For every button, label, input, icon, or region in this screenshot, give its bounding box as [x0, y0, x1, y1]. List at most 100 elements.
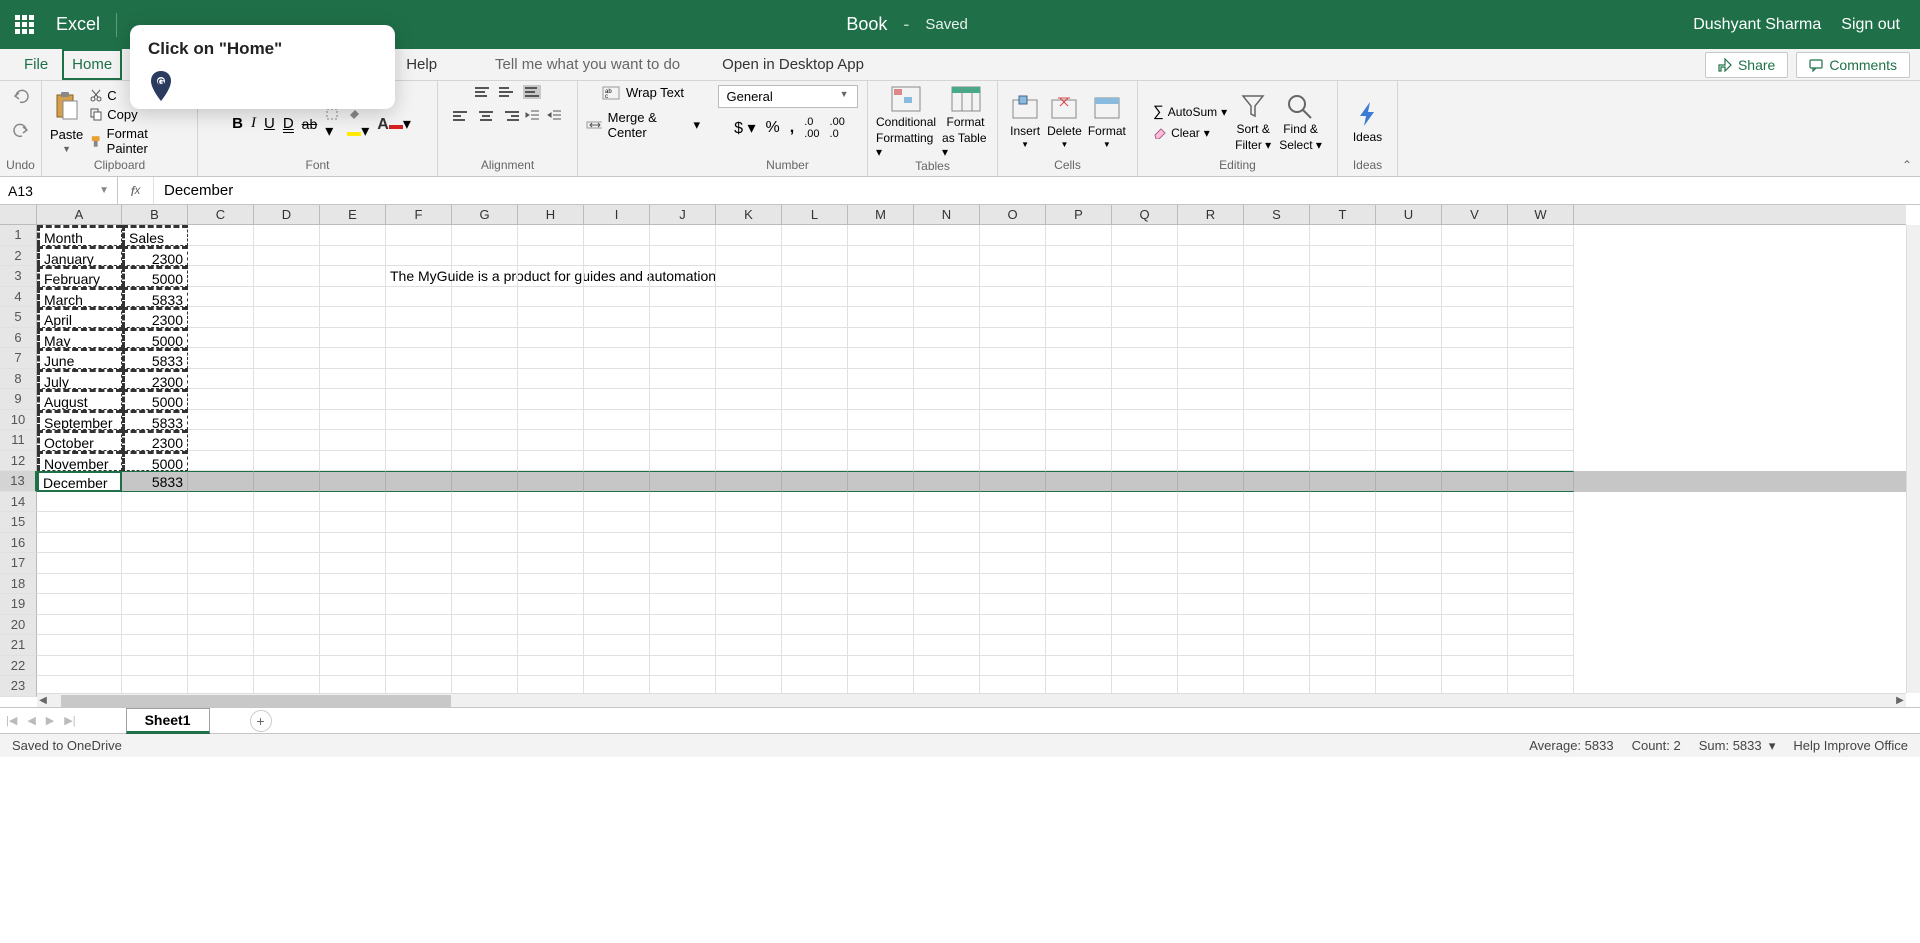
row-header-2[interactable]: 2: [0, 246, 37, 267]
cell-J9[interactable]: [650, 389, 716, 410]
cell-M6[interactable]: [848, 328, 914, 349]
cell-F14[interactable]: [386, 492, 452, 513]
column-header-W[interactable]: W: [1508, 205, 1574, 224]
cell-M5[interactable]: [848, 307, 914, 328]
cell-C7[interactable]: [188, 348, 254, 369]
cell-G7[interactable]: [452, 348, 518, 369]
cell-P12[interactable]: [1046, 451, 1112, 472]
cell-N5[interactable]: [914, 307, 980, 328]
cell-V17[interactable]: [1442, 553, 1508, 574]
cell-D21[interactable]: [254, 635, 320, 656]
cell-M11[interactable]: [848, 430, 914, 451]
cell-T10[interactable]: [1310, 410, 1376, 431]
cell-I6[interactable]: [584, 328, 650, 349]
cell-V6[interactable]: [1442, 328, 1508, 349]
cell-L17[interactable]: [782, 553, 848, 574]
cell-Q6[interactable]: [1112, 328, 1178, 349]
sign-out-link[interactable]: Sign out: [1841, 16, 1900, 34]
cell-B13[interactable]: 5833: [122, 471, 188, 492]
cell-J2[interactable]: [650, 246, 716, 267]
cell-U2[interactable]: [1376, 246, 1442, 267]
row-header-3[interactable]: 3: [0, 266, 37, 287]
cell-A20[interactable]: [37, 615, 122, 636]
cell-J17[interactable]: [650, 553, 716, 574]
column-header-P[interactable]: P: [1046, 205, 1112, 224]
cell-Q9[interactable]: [1112, 389, 1178, 410]
cell-W10[interactable]: [1508, 410, 1574, 431]
cell-S18[interactable]: [1244, 574, 1310, 595]
cell-D10[interactable]: [254, 410, 320, 431]
comma-button[interactable]: ,: [790, 119, 794, 137]
cell-L15[interactable]: [782, 512, 848, 533]
cell-N19[interactable]: [914, 594, 980, 615]
cell-B7[interactable]: 5833: [122, 348, 188, 369]
cell-Q18[interactable]: [1112, 574, 1178, 595]
align-bottom-button[interactable]: [523, 85, 541, 99]
cell-V22[interactable]: [1442, 656, 1508, 677]
cell-B22[interactable]: [122, 656, 188, 677]
cell-O12[interactable]: [980, 451, 1046, 472]
cell-E15[interactable]: [320, 512, 386, 533]
increase-indent-button[interactable]: [547, 109, 563, 123]
cell-S12[interactable]: [1244, 451, 1310, 472]
sheet-nav-next[interactable]: ▶: [46, 714, 54, 727]
cell-F22[interactable]: [386, 656, 452, 677]
cell-M20[interactable]: [848, 615, 914, 636]
cell-K10[interactable]: [716, 410, 782, 431]
cell-R10[interactable]: [1178, 410, 1244, 431]
cell-R17[interactable]: [1178, 553, 1244, 574]
cell-B14[interactable]: [122, 492, 188, 513]
cell-L5[interactable]: [782, 307, 848, 328]
cell-O9[interactable]: [980, 389, 1046, 410]
autosum-button[interactable]: ∑AutoSum ▾: [1153, 103, 1227, 120]
cell-L10[interactable]: [782, 410, 848, 431]
cell-O13[interactable]: [980, 471, 1046, 492]
cell-O6[interactable]: [980, 328, 1046, 349]
column-header-Q[interactable]: Q: [1112, 205, 1178, 224]
cell-C1[interactable]: [188, 225, 254, 246]
find-select-button[interactable]: Find &Select ▾: [1279, 92, 1322, 152]
cell-K21[interactable]: [716, 635, 782, 656]
cell-V20[interactable]: [1442, 615, 1508, 636]
row-header-19[interactable]: 19: [0, 594, 37, 615]
cell-S8[interactable]: [1244, 369, 1310, 390]
cell-F4[interactable]: [386, 287, 452, 308]
cell-J20[interactable]: [650, 615, 716, 636]
cell-K4[interactable]: [716, 287, 782, 308]
cell-T17[interactable]: [1310, 553, 1376, 574]
cell-E18[interactable]: [320, 574, 386, 595]
cell-F5[interactable]: [386, 307, 452, 328]
cell-A2[interactable]: January: [37, 246, 122, 267]
cell-K16[interactable]: [716, 533, 782, 554]
cell-G20[interactable]: [452, 615, 518, 636]
cell-A6[interactable]: May: [37, 328, 122, 349]
cell-C17[interactable]: [188, 553, 254, 574]
cell-T2[interactable]: [1310, 246, 1376, 267]
row-header-21[interactable]: 21: [0, 635, 37, 656]
cell-O20[interactable]: [980, 615, 1046, 636]
cell-A3[interactable]: February: [37, 266, 122, 287]
cell-A15[interactable]: [37, 512, 122, 533]
cell-G8[interactable]: [452, 369, 518, 390]
cell-F9[interactable]: [386, 389, 452, 410]
cell-P14[interactable]: [1046, 492, 1112, 513]
cell-C15[interactable]: [188, 512, 254, 533]
cell-B5[interactable]: 2300: [122, 307, 188, 328]
cell-R12[interactable]: [1178, 451, 1244, 472]
cell-O4[interactable]: [980, 287, 1046, 308]
cell-V3[interactable]: [1442, 266, 1508, 287]
cell-P2[interactable]: [1046, 246, 1112, 267]
cell-T8[interactable]: [1310, 369, 1376, 390]
cell-D22[interactable]: [254, 656, 320, 677]
cell-N17[interactable]: [914, 553, 980, 574]
cell-C22[interactable]: [188, 656, 254, 677]
cell-Q8[interactable]: [1112, 369, 1178, 390]
add-sheet-button[interactable]: +: [250, 710, 272, 732]
cell-R7[interactable]: [1178, 348, 1244, 369]
open-in-desktop-link[interactable]: Open in Desktop App: [708, 49, 878, 80]
cell-I18[interactable]: [584, 574, 650, 595]
cell-S7[interactable]: [1244, 348, 1310, 369]
cell-M21[interactable]: [848, 635, 914, 656]
column-header-I[interactable]: I: [584, 205, 650, 224]
cell-U18[interactable]: [1376, 574, 1442, 595]
